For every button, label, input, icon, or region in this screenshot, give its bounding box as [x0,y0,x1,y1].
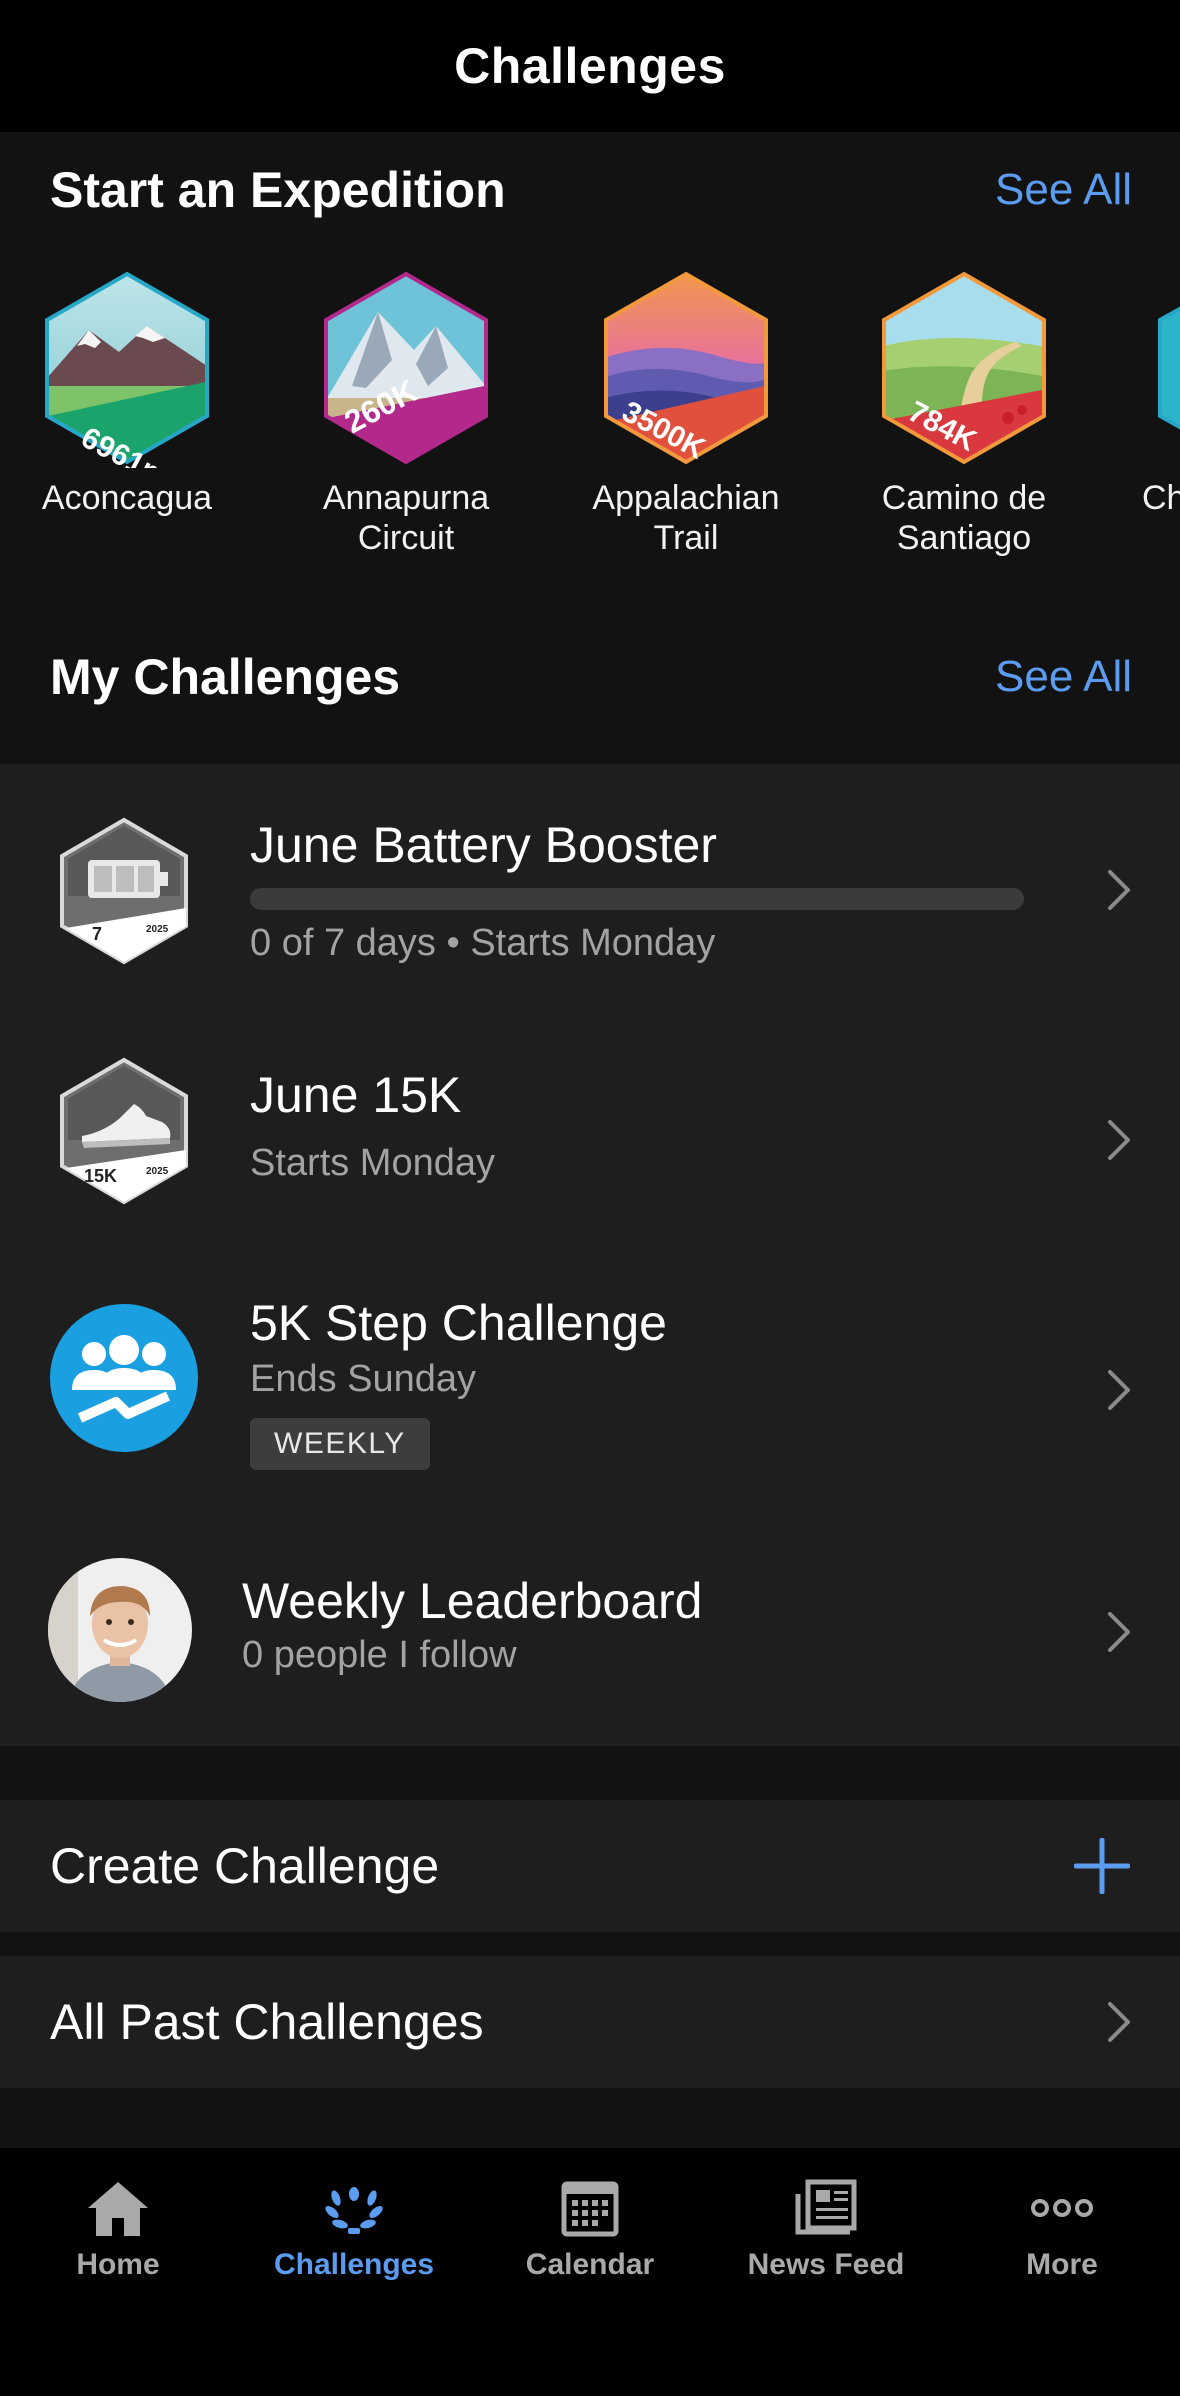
expedition-badge-label: Camino de Santiago [881,479,1047,557]
tab-label: Challenges [273,2248,435,2281]
bottom-tab-bar: Home Challenges Calendar News Feed More [0,2148,1180,2396]
expedition-badge-label: Annapurna Circuit [322,479,490,557]
section-gap [0,1932,1180,1956]
svg-text:2025: 2025 [146,1166,169,1177]
create-challenge-row[interactable]: Create Challenge [0,1800,1180,1932]
svg-text:15K: 15K [84,1166,117,1186]
tab-home[interactable]: Home [0,2178,236,2282]
plus-icon[interactable] [1074,1838,1130,1894]
top-bar: Challenges [0,0,1180,132]
challenge-title: 5K Step Challenge [250,1295,667,1351]
tab-more[interactable]: More [944,2178,1180,2282]
svg-text:7: 7 [92,924,102,944]
challenge-title: June 15K [250,1067,462,1123]
tab-label: News Feed [747,2248,905,2281]
challenge-subtitle: Ends Sunday [250,1358,477,1400]
expedition-badge-label: Ch [1142,479,1180,517]
challenge-row-5k-step[interactable]: 5K Step Challenge Ends Sunday WEEKLY [0,1264,1180,1516]
my-challenges-title: My Challenges [50,649,401,705]
challenge-row-battery-booster[interactable]: 7 2025 June Battery Booster 0 of 7 days … [0,764,1180,1014]
section-gap [0,1746,1180,1800]
chevron-right-icon [1108,1120,1130,1160]
weekly-tag: WEEKLY [250,1418,430,1470]
challenge-subtitle: Starts Monday [250,1142,495,1184]
chevron-right-icon [1108,870,1130,910]
create-challenge-label: Create Challenge [50,1838,440,1894]
chevron-right-icon [1108,1370,1130,1410]
tab-label: Home [76,2248,160,2281]
challenge-title: Weekly Leaderboard [242,1573,703,1629]
chevron-right-icon [1108,2002,1130,2042]
expedition-header: Start an Expedition See All [50,160,1132,220]
challenge-subtitle: 0 people I follow [242,1634,517,1676]
svg-text:2025: 2025 [146,924,169,935]
avatar [48,1558,192,1702]
tab-news-feed[interactable]: News Feed [708,2178,944,2282]
expedition-badge-aconcagua[interactable]: 6961m Aconcagua [7,268,247,518]
my-challenges-header-area: My Challenges See All [0,592,1180,764]
partial-badge-icon [1158,306,1180,430]
expedition-badge-annapurna[interactable]: 260K Annapurna Circuit [286,268,526,558]
expedition-carousel[interactable]: 6961m Aconcagua 260K Annapurna Circuit 3… [0,268,1180,588]
past-challenges-row[interactable]: All Past Challenges [0,1956,1180,2088]
trail-badge-icon: 784K [882,271,1046,465]
home-icon [88,2182,148,2236]
snowy-peak-badge-icon: 260K [324,271,488,465]
expedition-section: Start an Expedition See All 6961m Aconca… [0,132,1180,592]
expedition-badge-partial[interactable]: Ch [1122,268,1180,518]
more-dots-icon [1031,2199,1093,2217]
tab-calendar[interactable]: Calendar [472,2178,708,2282]
calendar-icon [561,2181,619,2237]
challenge-row-weekly-leaderboard[interactable]: Weekly Leaderboard 0 people I follow [0,1516,1180,1746]
shoe-challenge-badge-icon: 15K 2025 [60,1057,188,1205]
my-challenges-see-all-link[interactable]: See All [995,652,1132,702]
sunset-hills-badge-icon: 3500K [604,271,768,466]
chevron-right-icon [1108,1612,1130,1652]
challenge-subtitle: 0 of 7 days • Starts Monday [250,922,716,964]
challenge-progress-bar [250,888,1024,910]
expedition-badge-label: Aconcagua [41,479,213,517]
past-challenges-label: All Past Challenges [50,1994,484,2050]
newspaper-icon [795,2179,857,2235]
expedition-title: Start an Expedition [50,162,506,218]
expedition-see-all-link[interactable]: See All [995,165,1132,215]
laurel-icon [325,2187,383,2234]
my-challenges-header: My Challenges See All [50,642,1132,712]
tab-label: More [1026,2248,1098,2281]
expedition-badge-label: Appalachian Trail [592,479,780,557]
challenge-row-june-15k[interactable]: 15K 2025 June 15K Starts Monday [0,1014,1180,1264]
expedition-badge-appalachian[interactable]: 3500K Appalachian Trail [566,268,806,558]
tab-challenges[interactable]: Challenges [236,2178,472,2282]
section-gap [0,2088,1180,2148]
challenge-title: June Battery Booster [250,817,717,873]
group-challenge-icon [50,1304,198,1452]
battery-challenge-badge-icon: 7 2025 [60,817,188,965]
challenge-list: 7 2025 June Battery Booster 0 of 7 days … [0,764,1180,1746]
tab-label: Calendar [525,2248,655,2281]
page-title: Challenges [454,38,726,94]
mountain-badge-icon: 6961m [45,271,209,468]
expedition-badge-camino[interactable]: 784K Camino de Santiago [844,268,1084,558]
